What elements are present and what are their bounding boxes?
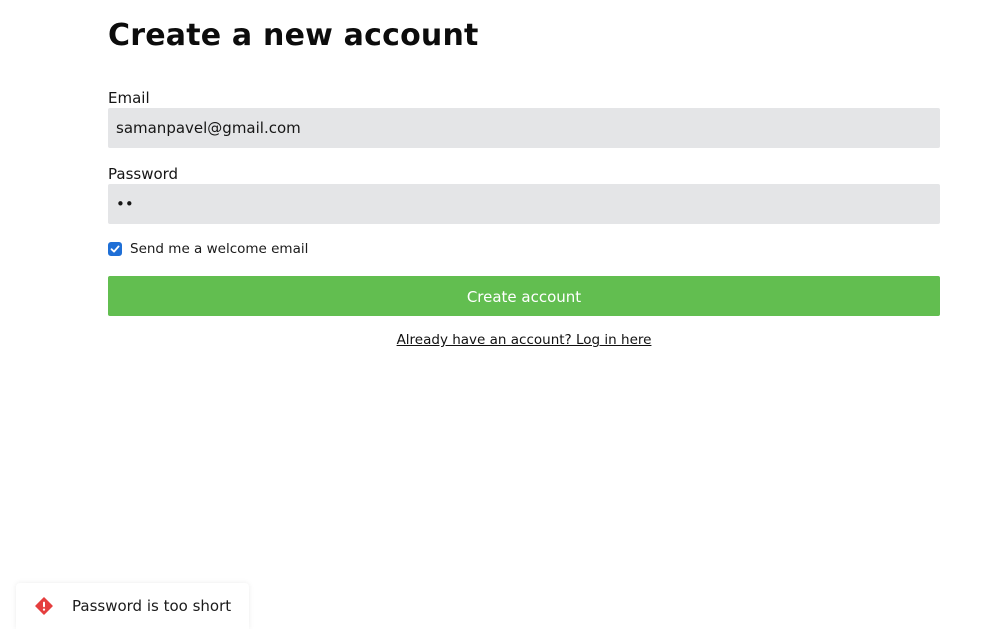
alert-icon bbox=[35, 597, 53, 615]
welcome-email-option[interactable]: Send me a welcome email bbox=[108, 239, 940, 259]
login-link[interactable]: Already have an account? Log in here bbox=[397, 332, 652, 348]
login-link-row: Already have an account? Log in here bbox=[108, 332, 940, 348]
welcome-email-checkbox[interactable] bbox=[108, 242, 122, 256]
password-input[interactable] bbox=[108, 184, 940, 224]
toast-message: Password is too short bbox=[72, 597, 232, 615]
password-label: Password bbox=[108, 165, 179, 183]
signup-page: Create a new account Email Password Send… bbox=[0, 0, 991, 629]
email-input[interactable] bbox=[108, 108, 940, 148]
signup-form: Create a new account Email Password Send… bbox=[108, 16, 940, 348]
checkmark-icon bbox=[110, 245, 120, 253]
email-label: Email bbox=[108, 89, 150, 107]
error-toast: Password is too short bbox=[16, 583, 249, 629]
create-account-button[interactable]: Create account bbox=[108, 276, 940, 316]
page-title: Create a new account bbox=[108, 18, 479, 53]
welcome-email-label[interactable]: Send me a welcome email bbox=[130, 241, 308, 257]
